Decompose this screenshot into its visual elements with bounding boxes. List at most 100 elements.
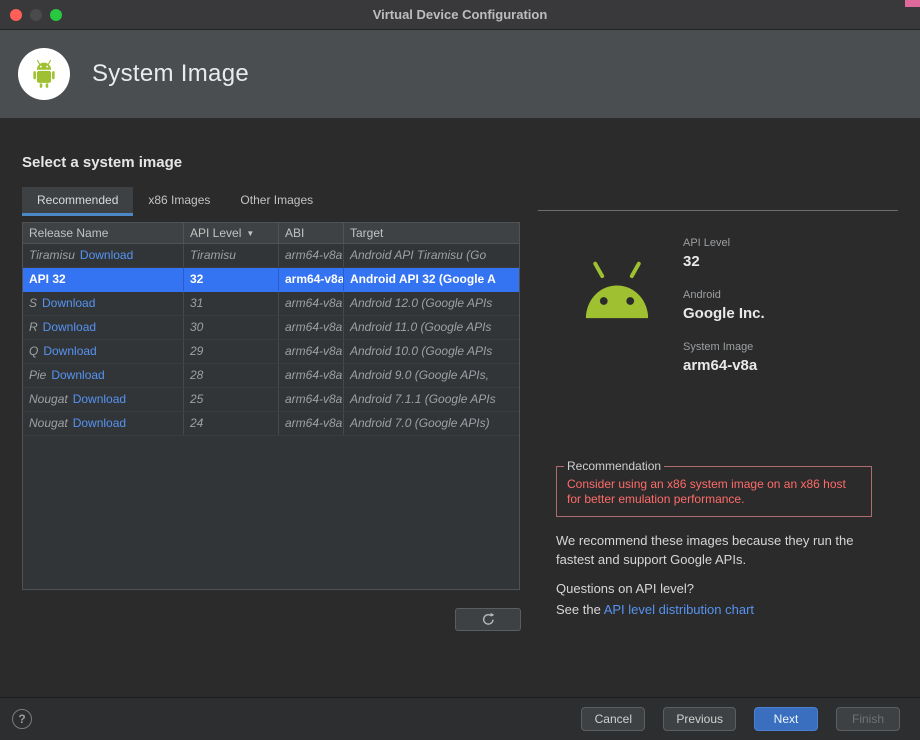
- system-image-label: System Image: [683, 341, 754, 353]
- api-question: Questions on API level?: [556, 581, 695, 596]
- see-the-line: See the API level distribution chart: [556, 602, 754, 617]
- tab-recommended[interactable]: Recommended: [22, 187, 134, 216]
- minimize-window-button[interactable]: [30, 9, 42, 21]
- target-cell: Android 7.1.1 (Google APIs: [350, 392, 496, 406]
- column-header-api-level-label: API Level: [190, 226, 242, 240]
- wizard-header: System Image: [0, 30, 920, 118]
- download-link[interactable]: Download: [43, 344, 96, 358]
- row-q[interactable]: Q Download 29 arm64-v8a Android 10.0 (Goo…: [23, 340, 519, 364]
- release-name: S: [29, 296, 38, 310]
- row-nougat-24[interactable]: Nougat Download 24 arm64-v8a Android 7.0 …: [23, 412, 519, 436]
- background-window-sliver: [905, 0, 920, 7]
- target-cell: Android 7.0 (Google APIs): [350, 416, 490, 430]
- next-button[interactable]: Next: [754, 707, 818, 731]
- abi-cell: arm64-v8a: [279, 364, 344, 387]
- footer-bar: ? Cancel Previous Next Finish: [0, 697, 920, 740]
- column-header-target[interactable]: Target: [344, 223, 519, 243]
- field-system-image: System Image arm64-v8a: [683, 341, 765, 374]
- abi-cell: arm64-v8a: [279, 340, 344, 363]
- release-name: Nougat: [29, 392, 68, 406]
- recommendation-title: Recommendation: [567, 459, 662, 473]
- row-s[interactable]: S Download 31 arm64-v8a Android 12.0 (Goo…: [23, 292, 519, 316]
- release-name: API 32: [29, 272, 66, 286]
- abi-cell: arm64-v8a: [279, 316, 344, 339]
- vendor-label: Android: [683, 289, 721, 301]
- android-robot-icon: [578, 245, 656, 334]
- section-heading: Select a system image: [22, 154, 183, 171]
- download-link[interactable]: Download: [73, 392, 126, 406]
- zoom-window-button[interactable]: [50, 9, 62, 21]
- column-header-api-level[interactable]: API Level ▼: [184, 223, 279, 243]
- abi-cell: arm64-v8a: [279, 412, 344, 435]
- api-level-distribution-link[interactable]: API level distribution chart: [604, 602, 754, 617]
- cancel-button[interactable]: Cancel: [581, 707, 646, 731]
- target-cell: Android API Tiramisu (Go: [350, 248, 487, 262]
- detail-fields: API Level 32 Android Google Inc. System …: [683, 237, 765, 393]
- target-cell: Android 12.0 (Google APIs: [350, 296, 493, 310]
- recommendation-text: Consider using an x86 system image on an…: [567, 477, 846, 506]
- virtual-device-configuration-window: Virtual Device Configuration System Imag…: [0, 0, 920, 740]
- api-level-cell: 28: [184, 364, 279, 387]
- api-level-cell: 30: [184, 316, 279, 339]
- target-cell: Android API 32 (Google A: [350, 272, 496, 286]
- api-level-label: API Level: [683, 237, 731, 249]
- see-the-prefix: See the: [556, 602, 604, 617]
- api-level-value: 32: [683, 253, 700, 270]
- column-header-release-name[interactable]: Release Name: [23, 223, 184, 243]
- tab-bar: Recommended x86 Images Other Images: [22, 187, 328, 216]
- release-name: Q: [29, 344, 39, 358]
- api-level-cell: Tiramisu: [184, 244, 279, 267]
- column-header-abi[interactable]: ABI: [279, 223, 344, 243]
- download-link[interactable]: Download: [73, 416, 126, 430]
- android-logo: [18, 48, 70, 100]
- row-pie[interactable]: Pie Download 28 arm64-v8a Android 9.0 (Go…: [23, 364, 519, 388]
- download-link[interactable]: Download: [42, 296, 95, 310]
- abi-cell: arm64-v8a: [279, 388, 344, 411]
- traffic-lights: [10, 0, 62, 30]
- row-tiramisu[interactable]: Tiramisu Download Tiramisu arm64-v8a Andr…: [23, 244, 519, 268]
- main-content: Select a system image Recommended x86 Im…: [0, 118, 920, 697]
- field-api-level: API Level 32: [683, 237, 765, 270]
- sort-desc-icon: ▼: [246, 229, 255, 238]
- detail-panel: API Level 32 Android Google Inc. System …: [538, 210, 898, 690]
- abi-cell: arm64-v8a: [279, 268, 344, 291]
- target-cell: Android 10.0 (Google APIs: [350, 344, 493, 358]
- api-level-cell: 24: [184, 412, 279, 435]
- row-nougat-25[interactable]: Nougat Download 25 arm64-v8a Android 7.1.…: [23, 388, 519, 412]
- release-name: Tiramisu: [29, 248, 75, 262]
- download-link[interactable]: Download: [43, 320, 96, 334]
- abi-cell: arm64-v8a: [279, 244, 344, 267]
- window-title: Virtual Device Configuration: [372, 7, 548, 22]
- release-name: R: [29, 320, 38, 334]
- recommendation-box: Recommendation Consider using an x86 sys…: [556, 459, 872, 517]
- field-vendor: Android Google Inc.: [683, 289, 765, 322]
- row-api-32[interactable]: API 32 32 arm64-v8a Android API 32 (Goog…: [23, 268, 519, 292]
- vendor-value: Google Inc.: [683, 305, 765, 322]
- row-r[interactable]: R Download 30 arm64-v8a Android 11.0 (Goo…: [23, 316, 519, 340]
- target-cell: Android 9.0 (Google APIs,: [350, 368, 489, 382]
- abi-cell: arm64-v8a: [279, 292, 344, 315]
- release-name: Nougat: [29, 416, 68, 430]
- download-link[interactable]: Download: [80, 248, 133, 262]
- recommended-description: We recommend these images because they r…: [556, 533, 854, 567]
- refresh-button[interactable]: [455, 608, 521, 631]
- tab-other-images[interactable]: Other Images: [225, 187, 328, 216]
- system-image-value: arm64-v8a: [683, 357, 758, 374]
- previous-button[interactable]: Previous: [663, 707, 736, 731]
- api-level-cell: 25: [184, 388, 279, 411]
- help-button[interactable]: ?: [12, 709, 32, 729]
- close-window-button[interactable]: [10, 9, 22, 21]
- table-empty-area: [23, 436, 519, 589]
- target-cell: Android 11.0 (Google APIs: [350, 320, 492, 334]
- tab-x86-images[interactable]: x86 Images: [133, 187, 225, 216]
- system-image-table: Release Name API Level ▼ ABI Target Tiram…: [22, 222, 520, 590]
- titlebar: Virtual Device Configuration: [0, 0, 920, 30]
- download-link[interactable]: Download: [51, 368, 104, 382]
- refresh-icon: [482, 612, 494, 625]
- finish-button: Finish: [836, 707, 900, 731]
- table-header: Release Name API Level ▼ ABI Target: [23, 223, 519, 244]
- api-level-cell: 31: [184, 292, 279, 315]
- api-level-cell: 29: [184, 340, 279, 363]
- release-name: Pie: [29, 368, 47, 382]
- wizard-buttons: Cancel Previous Next Finish: [581, 707, 900, 731]
